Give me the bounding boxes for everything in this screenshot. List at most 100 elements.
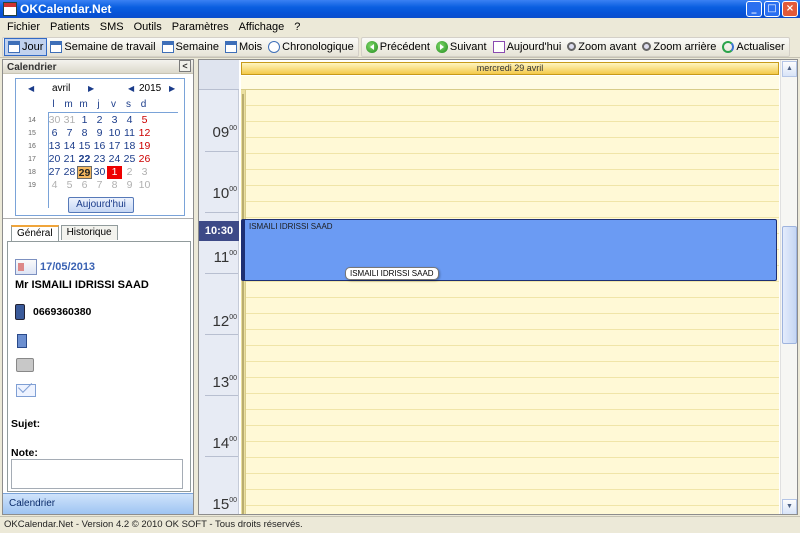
day-cell[interactable]: 4 [47, 179, 62, 192]
menu-parametres[interactable]: Paramètres [167, 21, 234, 33]
day-cell[interactable]: 11 [122, 127, 137, 140]
close-button[interactable]: × [782, 1, 798, 17]
vertical-scrollbar[interactable]: ▲ ▼ [780, 60, 797, 514]
window-title: OKCalendar.Net [20, 2, 112, 16]
today-button[interactable]: Aujourd'hui [68, 197, 134, 213]
toolbar: Jour Semaine de travail Semaine Mois Chr… [0, 36, 800, 58]
scroll-down-icon[interactable]: ▼ [782, 499, 797, 514]
scrollbar-thumb[interactable] [782, 226, 797, 344]
prev-month-icon[interactable]: ◀ [28, 83, 34, 94]
sidebar-footer-calendrier[interactable]: Calendrier [3, 493, 193, 514]
day-cell[interactable]: 3 [137, 166, 152, 179]
tab-historique[interactable]: Historique [60, 225, 118, 240]
day-cell[interactable]: 3 [107, 114, 122, 127]
day-cell[interactable]: 7 [62, 127, 77, 140]
day-cell[interactable]: 22 [77, 153, 92, 166]
day-cell[interactable]: 6 [77, 179, 92, 192]
day-cell[interactable]: 17 [107, 140, 122, 153]
dow-label: l [52, 99, 55, 110]
day-cell[interactable]: 16 [92, 140, 107, 153]
calendar-icon [161, 40, 174, 53]
id-card-icon [15, 259, 37, 275]
week-number: 17 [28, 156, 36, 163]
day-cell[interactable]: 19 [137, 140, 152, 153]
menu-affichage[interactable]: Affichage [234, 21, 290, 33]
zoom-in-button[interactable]: Zoom avant [564, 38, 639, 56]
patient-date: 17/05/2013 [40, 261, 96, 273]
day-cell[interactable]: 5 [137, 114, 152, 127]
maximize-button[interactable]: □ [764, 1, 780, 17]
dow-label: m [79, 99, 88, 110]
selected-day-cell[interactable]: 29 [77, 166, 92, 179]
current-time-marker: 10:30 [199, 221, 239, 241]
day-cell[interactable]: 21 [62, 153, 77, 166]
appointment-block[interactable]: ISMAILI IDRISSI SAAD [241, 219, 777, 281]
day-cell[interactable]: 31 [62, 114, 77, 127]
hour-divider [205, 395, 238, 396]
menu-sms[interactable]: SMS [95, 21, 129, 33]
patient-name: Mr ISMAILI IDRISSI SAAD [15, 279, 149, 291]
day-cell[interactable]: 30 [92, 166, 107, 179]
minimize-button[interactable]: _ [746, 1, 762, 17]
day-cell[interactable]: 10 [137, 179, 152, 192]
next-month-icon[interactable]: ▶ [88, 83, 94, 94]
all-day-area[interactable] [241, 76, 779, 90]
previous-button[interactable]: Précédent [363, 38, 433, 56]
day-cell[interactable]: 25 [122, 153, 137, 166]
phone-icon [17, 334, 27, 348]
next-year-icon[interactable]: ▶ [169, 83, 175, 94]
day-cell[interactable]: 28 [62, 166, 77, 179]
scroll-up-icon[interactable]: ▲ [782, 61, 797, 77]
menu-fichier[interactable]: Fichier [2, 21, 45, 33]
day-cell[interactable]: 18 [122, 140, 137, 153]
day-header[interactable]: mercredi 29 avril [241, 62, 779, 75]
menu-outils[interactable]: Outils [129, 21, 167, 33]
day-cell[interactable]: 4 [122, 114, 137, 127]
note-field[interactable] [11, 459, 183, 489]
menu-help[interactable]: ? [289, 21, 305, 33]
day-cell[interactable]: 13 [47, 140, 62, 153]
view-work-week-button[interactable]: Semaine de travail [47, 38, 158, 56]
day-cell[interactable]: 26 [137, 153, 152, 166]
day-cell[interactable]: 15 [77, 140, 92, 153]
day-cell[interactable]: 14 [62, 140, 77, 153]
next-button[interactable]: Suivant [433, 38, 490, 56]
day-cell[interactable]: 6 [47, 127, 62, 140]
view-timeline-button[interactable]: Chronologique [265, 38, 357, 56]
day-cell[interactable]: 23 [92, 153, 107, 166]
day-cell[interactable]: 24 [107, 153, 122, 166]
prev-year-icon[interactable]: ◀ [128, 83, 134, 94]
menu-patients[interactable]: Patients [45, 21, 95, 33]
day-cell[interactable]: 10 [107, 127, 122, 140]
highlighted-day-cell[interactable]: 1 [107, 166, 122, 179]
day-cell[interactable]: 12 [137, 127, 152, 140]
day-cell[interactable]: 9 [122, 179, 137, 192]
day-cell[interactable]: 9 [92, 127, 107, 140]
today-toolbar-button[interactable]: Aujourd'hui [490, 38, 565, 56]
day-cell[interactable]: 2 [122, 166, 137, 179]
calendar-icon [224, 40, 237, 53]
day-cell[interactable]: 8 [77, 127, 92, 140]
fax-icon [16, 358, 34, 372]
collapse-sidebar-button[interactable]: < [179, 60, 191, 72]
view-week-button[interactable]: Semaine [159, 38, 222, 56]
day-cell[interactable]: 20 [47, 153, 62, 166]
view-day-button[interactable]: Jour [4, 37, 48, 56]
day-cell[interactable]: 8 [107, 179, 122, 192]
day-cell[interactable]: 1 [77, 114, 92, 127]
tab-general[interactable]: Général [11, 225, 59, 241]
sidebar-header: Calendrier < [3, 60, 193, 74]
hour-divider [205, 151, 238, 152]
day-cell[interactable]: 27 [47, 166, 62, 179]
day-cell[interactable]: 7 [92, 179, 107, 192]
hour-divider [205, 456, 238, 457]
mini-calendar-month: avril [52, 83, 71, 94]
day-cell[interactable]: 2 [92, 114, 107, 127]
view-month-button[interactable]: Mois [222, 38, 265, 56]
refresh-button[interactable]: Actualiser [719, 38, 787, 56]
zoom-out-button[interactable]: Zoom arrière [639, 38, 719, 56]
view-week-label: Semaine [175, 40, 219, 53]
day-time-slots[interactable] [241, 90, 779, 514]
day-cell[interactable]: 30 [47, 114, 62, 127]
day-cell[interactable]: 5 [62, 179, 77, 192]
